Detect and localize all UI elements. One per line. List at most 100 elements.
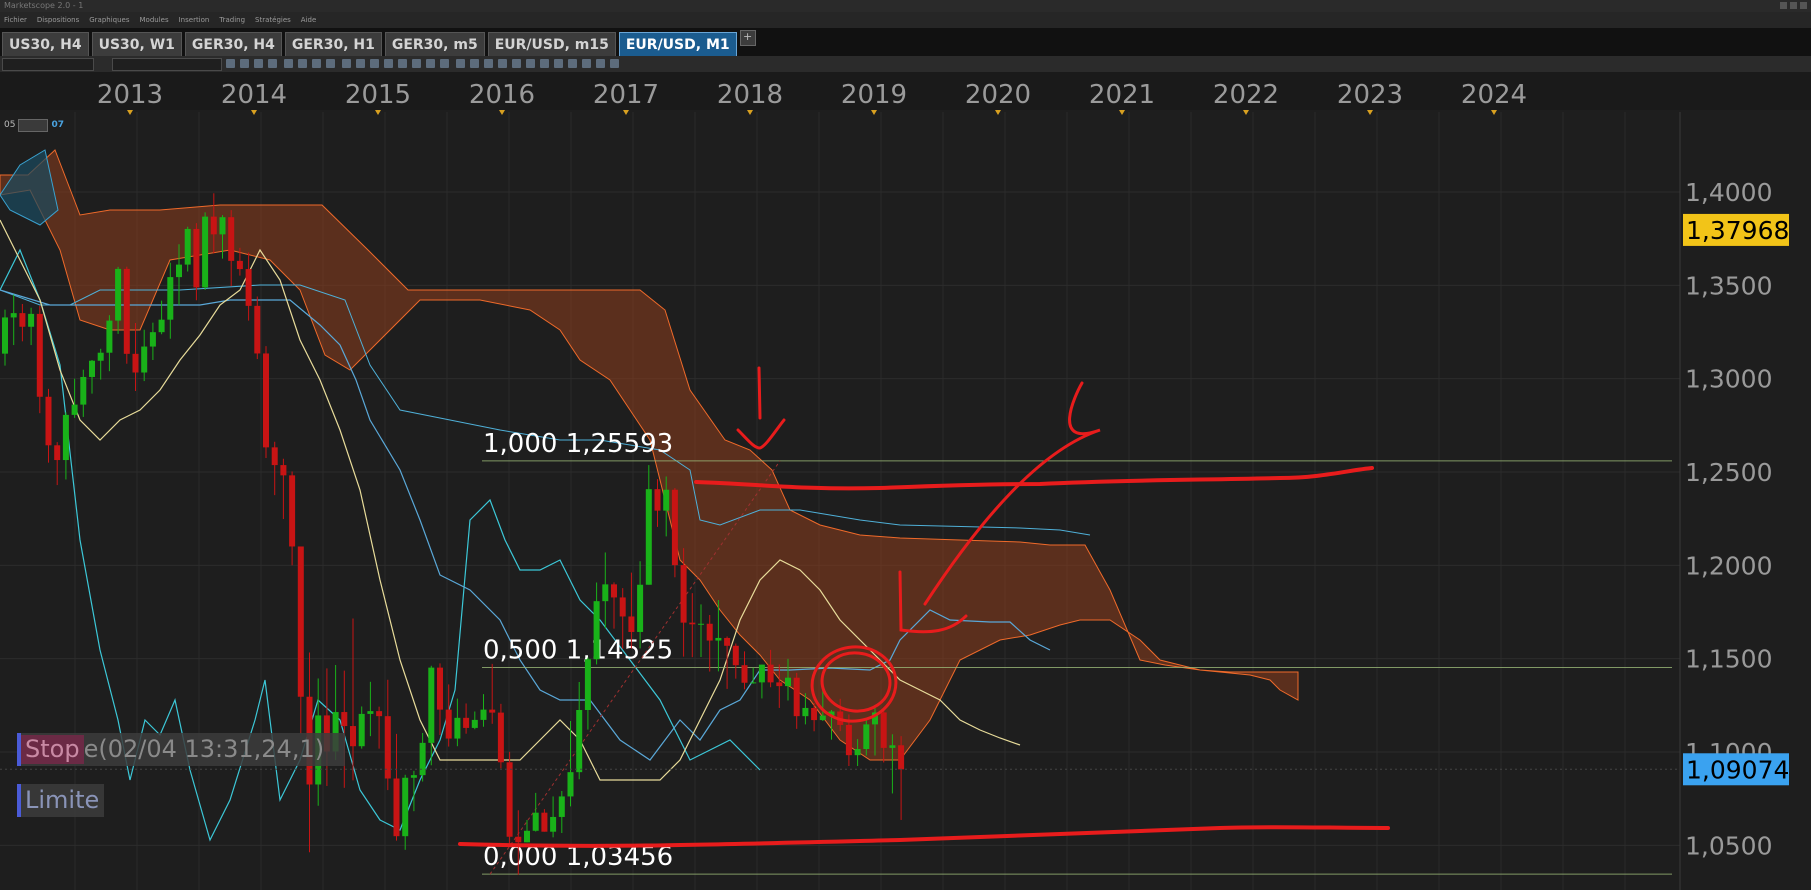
time-tick-label: 2017 [593, 80, 659, 110]
toolbar-tool-icon[interactable] [356, 59, 365, 68]
maximize-icon[interactable] [1790, 2, 1797, 9]
candle-body [619, 597, 626, 617]
candle-body [758, 664, 765, 683]
toolbar-tool-icon[interactable] [298, 59, 307, 68]
chart-tab-bar: US30, H4 US30, W1 GER30, H4 GER30, H1 GE… [0, 28, 1811, 56]
toolbar-tool-icon[interactable] [526, 59, 535, 68]
tab-ger30-h1[interactable]: GER30, H1 [284, 32, 382, 56]
toolbar-tool-icon[interactable] [512, 59, 521, 68]
time-tick-marker [871, 110, 877, 115]
toolbar-tool-icon[interactable] [596, 59, 605, 68]
candle-body [410, 775, 417, 778]
candle-body [71, 404, 78, 415]
symbol-select[interactable] [2, 58, 94, 71]
legend-left-value: 05 [4, 120, 16, 130]
arrow-shaft [757, 366, 762, 420]
candle-body [80, 376, 87, 405]
legend-input[interactable] [18, 118, 49, 132]
candle-body [445, 709, 452, 739]
candle-body [402, 777, 409, 837]
tab-us30-h4[interactable]: US30, H4 [2, 32, 89, 56]
candle-body [471, 719, 478, 728]
candle-body [724, 637, 731, 646]
menu-item[interactable]: Dispositions [37, 16, 79, 24]
time-tick-label: 2015 [345, 80, 411, 110]
candle-body [289, 475, 296, 547]
candle-body [645, 489, 652, 585]
minimize-icon[interactable] [1780, 2, 1787, 9]
toolbar-tool-icon[interactable] [240, 59, 249, 68]
toolbar-tool-icon[interactable] [484, 59, 493, 68]
time-tick-label: 2020 [965, 80, 1031, 110]
legend-right-value: 07 [51, 120, 64, 130]
time-tick-marker [251, 110, 257, 115]
tab-ger30-m5[interactable]: GER30, m5 [384, 32, 485, 56]
toolbar-tool-icon[interactable] [326, 59, 335, 68]
time-tick-label: 2024 [1461, 80, 1527, 110]
tab-us30-w1[interactable]: US30, W1 [91, 32, 182, 56]
tab-eurusd-m1[interactable]: EUR/USD, M1 [618, 32, 737, 56]
menu-item[interactable]: Modules [140, 16, 169, 24]
toolbar-tool-icon[interactable] [312, 59, 321, 68]
candle-body [254, 305, 261, 354]
toolbar-tool-icon[interactable] [426, 59, 435, 68]
candle-body [663, 489, 670, 511]
toolbar-tool-icon[interactable] [610, 59, 619, 68]
candle-body [637, 584, 644, 632]
candle-body [341, 712, 348, 727]
candle-body [263, 353, 269, 448]
toolbar-tool-icon[interactable] [498, 59, 507, 68]
toolbar-tool-icon[interactable] [470, 59, 479, 68]
menu-item[interactable]: Fichier [4, 16, 27, 24]
time-tick-label: 2023 [1337, 80, 1403, 110]
price-tick-label: 1,2000 [1685, 551, 1772, 580]
candle-body [584, 659, 591, 710]
toolbar-tool-icon[interactable] [540, 59, 549, 68]
toolbar-tool-icon[interactable] [412, 59, 421, 68]
menu-item[interactable]: Stratégies [255, 16, 291, 24]
toolbar-tool-icon[interactable] [456, 59, 465, 68]
menu-item[interactable]: Graphiques [89, 16, 129, 24]
toolbar-tool-icon[interactable] [226, 59, 235, 68]
toolbar-tool-icon[interactable] [398, 59, 407, 68]
stop-order-button[interactable]: Stop e(02/04 13:31,24,1) [17, 733, 345, 766]
menu-item[interactable]: Aide [301, 16, 316, 24]
candle-body [167, 277, 174, 320]
time-tick-label: 2021 [1089, 80, 1155, 110]
candle-body [898, 745, 905, 770]
menu-item[interactable]: Insertion [179, 16, 210, 24]
limit-order-button[interactable]: Limite [17, 784, 104, 817]
close-icon[interactable] [1800, 2, 1807, 9]
toolbar-tool-icon[interactable] [284, 59, 293, 68]
time-tick-label: 2013 [97, 80, 163, 110]
menu-item[interactable]: Trading [219, 16, 245, 24]
price-tick-label: 1,2500 [1685, 458, 1772, 487]
tab-ger30-h4[interactable]: GER30, H4 [184, 32, 282, 56]
candle-body [10, 313, 17, 318]
add-tab-button[interactable]: + [739, 30, 756, 46]
time-tick-label: 2018 [717, 80, 783, 110]
toolbar-tool-icon[interactable] [342, 59, 351, 68]
period-select[interactable] [112, 58, 222, 71]
candle-body [463, 717, 470, 728]
toolbar-tool-icon[interactable] [268, 59, 277, 68]
candle-body [193, 228, 200, 288]
candle-body [593, 601, 600, 660]
toolbar-tool-icon[interactable] [254, 59, 263, 68]
toolbar-tool-icon[interactable] [554, 59, 563, 68]
chart-toolbar [0, 56, 1811, 73]
price-chart[interactable]: 2013 2014 2015 2016 2017 2018 2019 2020 2021 2022… [0, 72, 1811, 890]
candle-body [184, 228, 191, 265]
candle-body [419, 742, 426, 776]
toolbar-tool-icon[interactable] [582, 59, 591, 68]
toolbar-tool-icon[interactable] [568, 59, 577, 68]
fibonacci-level-label: 1,000 1,25593 [483, 429, 673, 459]
candle-body [515, 836, 522, 843]
toolbar-tool-icon[interactable] [370, 59, 379, 68]
candle-body [271, 447, 278, 466]
candle-body [62, 414, 69, 461]
toolbar-tool-icon[interactable] [384, 59, 393, 68]
tab-eurusd-m15[interactable]: EUR/USD, m15 [487, 32, 616, 56]
candle-body [367, 711, 374, 714]
toolbar-tool-icon[interactable] [440, 59, 449, 68]
